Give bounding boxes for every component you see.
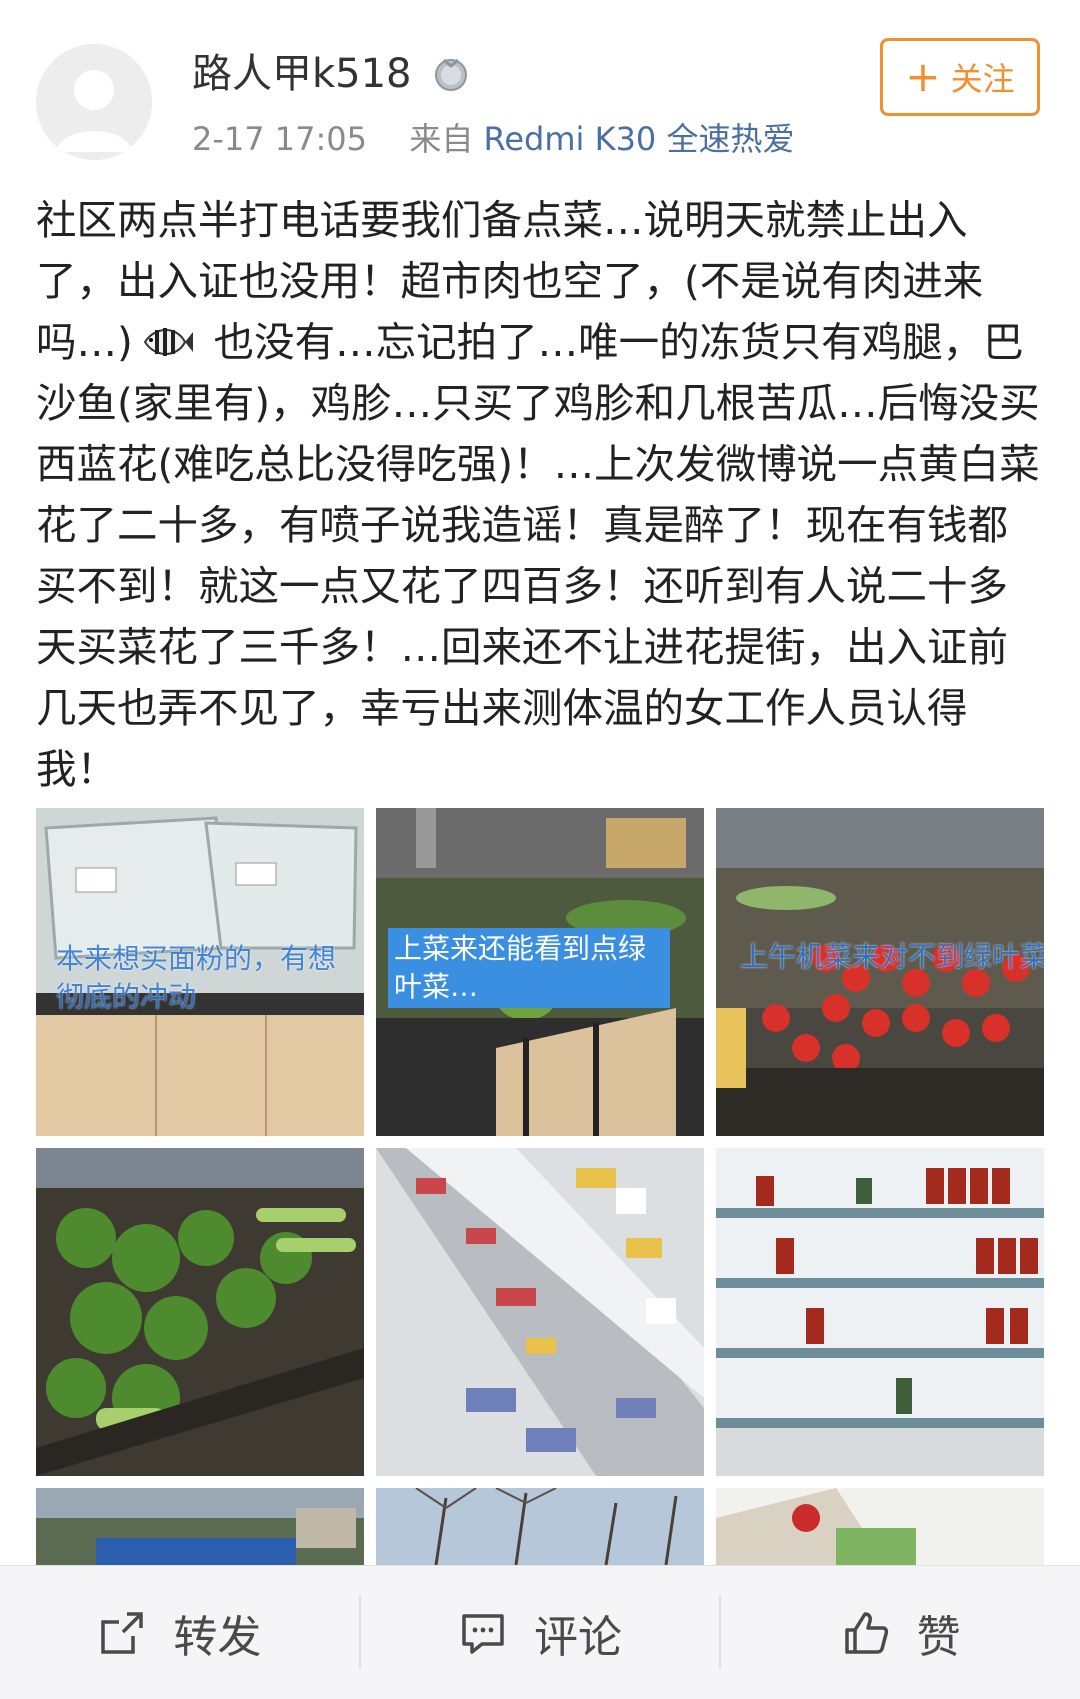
photo-broccoli[interactable] (36, 1148, 364, 1476)
action-bar: 转发 评论 赞 (0, 1565, 1080, 1699)
photo-caption-1: 本来想买面粉的，有想彻底的冲动 (56, 942, 337, 1013)
default-avatar-icon (36, 44, 152, 160)
post-meta: 2-17 17:05 来自 Redmi K30 全速热爱 (192, 116, 794, 162)
photo-caption-3: 上午机菜来对不到绿叶菜 (740, 940, 1044, 973)
post-text: 社区两点半打电话要我们备点菜…说明天就禁止出入了，出入证也没用！超市肉也空了，(… (36, 190, 1046, 800)
source-prefix: 来自 (409, 120, 474, 158)
repost-label: 转发 (173, 1611, 262, 1663)
thumbs-up-icon (844, 1611, 888, 1654)
photo-caption-2: 上菜来还能看到点绿叶菜… (388, 928, 670, 1008)
photo-empty-shelves[interactable] (716, 1148, 1044, 1476)
post-header: 路人甲k518 2-17 17:05 来自 Redmi K30 全速热爱 + 关… (0, 0, 1080, 175)
follow-button[interactable]: + 关注 (880, 38, 1040, 116)
share-icon (101, 1611, 144, 1654)
username[interactable]: 路人甲k518 (192, 46, 412, 102)
plus-icon: + (905, 52, 941, 101)
photo-package[interactable] (716, 1488, 1044, 1565)
photo-trees[interactable] (376, 1488, 704, 1565)
medal-badge-icon[interactable] (432, 54, 470, 92)
photo-tomato-stall[interactable]: 上午机菜来对不到绿叶菜 (716, 808, 1044, 1136)
avatar[interactable] (36, 44, 152, 160)
photo-dairy-fridge[interactable] (376, 1148, 704, 1476)
comment-icon (462, 1613, 504, 1654)
comment-label: 评论 (534, 1611, 622, 1663)
timestamp: 2-17 17:05 (192, 120, 368, 158)
photo-empty-freezer[interactable]: 本来想买面粉的，有想彻底的冲动 (36, 808, 364, 1136)
like-label: 赞 (916, 1611, 961, 1663)
follow-label: 关注 (950, 60, 1015, 98)
like-button[interactable]: 赞 (721, 1566, 1080, 1699)
photo-vegetable-aisle[interactable]: 上菜来还能看到点绿叶菜… (376, 808, 704, 1136)
repost-button[interactable]: 转发 (0, 1566, 359, 1699)
post-text-part2: 也没有…忘记拍了…唯一的冻货只有鸡腿，巴沙鱼(家里有)，鸡胗…只买了鸡胗和几根苦… (36, 318, 1040, 793)
comment-button[interactable]: 评论 (361, 1566, 720, 1699)
photo-street[interactable] (36, 1488, 364, 1565)
source-device[interactable]: Redmi K30 全速热爱 (484, 120, 795, 158)
fish-emoji-icon (143, 328, 193, 356)
